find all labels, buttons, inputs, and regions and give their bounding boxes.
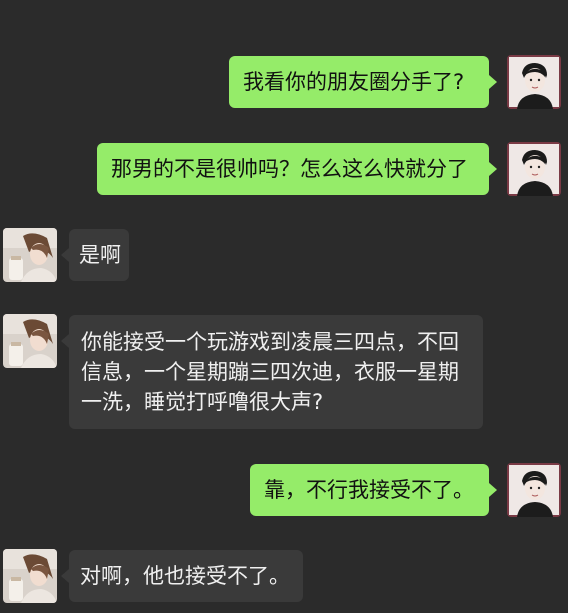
- male-avatar-icon[interactable]: [507, 55, 561, 109]
- female-avatar-icon[interactable]: [3, 549, 57, 603]
- message-bubble-sent[interactable]: 靠，不行我接受不了。: [250, 464, 489, 516]
- message-text: 对啊，他也接受不了。: [80, 564, 290, 588]
- bubble-tail: [61, 334, 69, 348]
- message-line: 信息，一个星期蹦三四次迪，衣服一星期: [81, 360, 459, 384]
- female-avatar-icon[interactable]: [3, 314, 57, 368]
- male-avatar-icon: [507, 55, 561, 109]
- female-avatar-icon: [3, 549, 57, 603]
- message-text: 我看你的朋友圈分手了?: [243, 70, 465, 94]
- male-avatar-icon: [507, 463, 561, 517]
- message-line: 你能接受一个玩游戏到凌晨三四点，不回: [81, 330, 459, 354]
- male-avatar-icon: [507, 142, 561, 196]
- message-text: 那男的不是很帅吗？怎么这么快就分了: [111, 157, 468, 181]
- female-avatar-icon[interactable]: [3, 228, 57, 282]
- bubble-tail: [489, 75, 497, 89]
- message-bubble-sent[interactable]: 我看你的朋友圈分手了?: [229, 56, 489, 108]
- message-bubble-received[interactable]: 对啊，他也接受不了。: [69, 550, 303, 602]
- message-bubble-received[interactable]: 你能接受一个玩游戏到凌晨三四点，不回 信息，一个星期蹦三四次迪，衣服一星期 一洗…: [69, 315, 483, 429]
- female-avatar-icon: [3, 314, 57, 368]
- bubble-tail: [489, 162, 497, 176]
- bubble-tail: [61, 569, 69, 583]
- male-avatar-icon[interactable]: [507, 142, 561, 196]
- message-text: 是啊: [79, 243, 121, 267]
- male-avatar-icon[interactable]: [507, 463, 561, 517]
- message-bubble-sent[interactable]: 那男的不是很帅吗？怎么这么快就分了: [97, 143, 489, 195]
- message-bubble-received[interactable]: 是啊: [69, 229, 129, 281]
- message-text: 靠，不行我接受不了。: [264, 478, 474, 502]
- message-line: 一洗，睡觉打呼噜很大声?: [81, 390, 324, 414]
- bubble-tail: [489, 483, 497, 497]
- bubble-tail: [61, 248, 69, 262]
- female-avatar-icon: [3, 228, 57, 282]
- chat-window: 我看你的朋友圈分手了? 那男的不是很帅吗？怎么这么快就分了 是啊 你能接受一个玩…: [0, 0, 568, 613]
